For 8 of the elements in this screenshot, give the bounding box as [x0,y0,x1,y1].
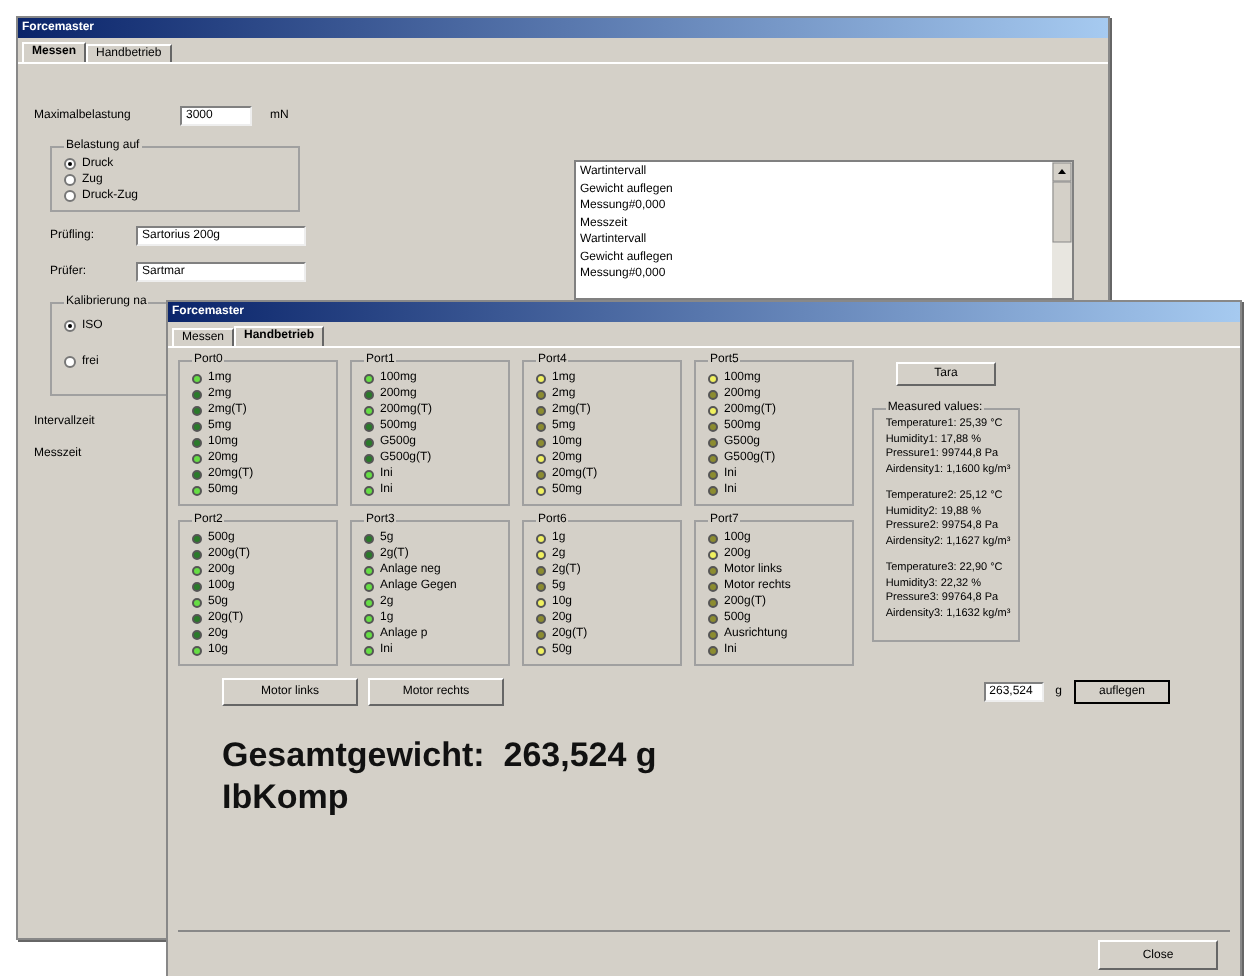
status-text: IbKomp [220,776,351,818]
radio-button[interactable] [64,320,76,332]
radio-button[interactable] [64,158,76,170]
total-weight: Gesamtgewicht: 263,524 g [220,734,659,776]
radio-button[interactable] [64,190,76,202]
radio-button[interactable] [64,174,76,186]
scrollbar[interactable] [1052,162,1072,298]
radio-button[interactable] [64,356,76,368]
